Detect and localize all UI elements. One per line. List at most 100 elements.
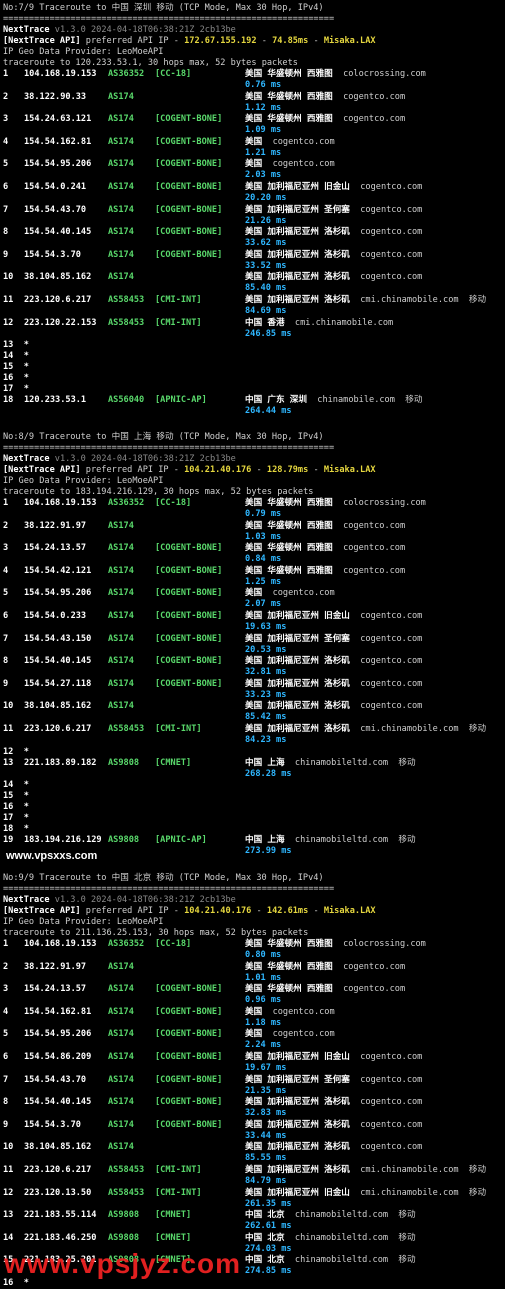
hop-geo: 中国 香港 cmi.chinamobile.com (245, 318, 404, 329)
hop-row: 6 154.54.0.241 AS174 [COGENT-BONE] 美国 加利福尼亚州… (0, 182, 505, 204)
hop-row: 9 154.54.3.70 AS174 [COGENT-BONE] 美国 加利福尼亚州 … (0, 1120, 505, 1142)
hop-ip: 38.104.85.162 (24, 1142, 92, 1153)
hop-host: colocrossing.com (343, 69, 426, 79)
hop-location: 美国 华盛顿州 西雅图 (245, 565, 333, 576)
hop-host: cogentco.com (272, 136, 335, 147)
hop-geo: 美国 华盛顿州 西雅图 cogentco.com (245, 543, 416, 554)
hop-geo: 美国 加利福尼亚州 洛杉矶 cmi.chinamobile.com 移动 (245, 1165, 486, 1176)
hop-rtt: 1.25 ms (245, 576, 282, 587)
hop-rtt: 1.12 ms (245, 102, 282, 113)
hop-ip: 154.24.13.57 (24, 984, 87, 995)
hop-location: 美国 华盛顿州 西雅图 (245, 91, 333, 102)
hop-rtt: 85.55 ms (245, 1153, 287, 1164)
api-prefix: [NextTrace API] (3, 906, 81, 916)
api-node: Misaka.LAX (323, 465, 376, 475)
hop-location: 美国 加利福尼亚州 洛杉矶 (245, 272, 350, 283)
hop-ip: 154.54.0.233 (24, 611, 87, 621)
hop-row: 2 38.122.90.33 AS174 美国 华盛顿州 西雅图 cogentco.c… (0, 92, 505, 114)
watermark-big: www.vpsjyz.com (4, 1248, 242, 1279)
hop-host: cmi.chinamobile.com (360, 1165, 459, 1175)
hop-asn: AS174 (108, 588, 134, 599)
hop-location: 美国 加利福尼亚州 洛杉矶 (245, 678, 350, 689)
hop-location: 美国 华盛顿州 西雅图 (245, 984, 333, 995)
hop-number: 8 (3, 1097, 9, 1108)
hop-asn: AS58453 (108, 295, 145, 305)
hop-host: cogentco.com (360, 249, 423, 260)
hop-asn: AS174 (108, 249, 134, 260)
hop-row: 9 154.54.27.118 AS174 [COGENT-BONE] 美国 加利福尼亚… (0, 679, 505, 701)
hop-asn: AS36352 (108, 498, 145, 508)
hop-tag: [COGENT-BONE] (155, 565, 223, 576)
hop-ip: 221.183.46.250 (24, 1232, 97, 1243)
hop-rtt: 21.26 ms (245, 215, 287, 226)
hop-ip: 104.168.19.153 (24, 498, 97, 508)
hop-number: 2 (3, 91, 9, 102)
hop-number: 5 (3, 1029, 9, 1040)
hop-host: cogentco.com (360, 678, 423, 689)
hop-asn: AS58453 (108, 1187, 145, 1198)
hop-asn: AS174 (108, 1052, 134, 1062)
api-line: [NextTrace API] preferred API IP - 104.2… (3, 906, 376, 917)
hop-host: cogentco.com (343, 543, 406, 554)
hop-rtt: 0.96 ms (245, 995, 282, 1006)
hop-ip: 221.183.55.114 (24, 1210, 97, 1221)
hop-asn: AS9808 (108, 757, 140, 768)
hop-tag: [APNIC-AP] (155, 395, 207, 406)
hop-row: 8 154.54.40.145 AS174 [COGENT-BONE] 美国 加利福尼亚… (0, 1097, 505, 1119)
hop-ip: 154.54.43.150 (24, 633, 92, 644)
hop-rtt: 84.79 ms (245, 1176, 287, 1186)
hop-location: 美国 华盛顿州 西雅图 (245, 543, 333, 554)
hop-location: 中国 上海 (245, 757, 285, 768)
hop-host: cogentco.com (360, 227, 423, 238)
hop-number: 18 (3, 395, 14, 406)
hop-asn: AS36352 (108, 939, 145, 949)
hop-number: 8 (3, 656, 9, 667)
hop-ip: 154.54.27.118 (24, 678, 92, 689)
hop-rtt: 1.01 ms (245, 972, 282, 983)
hop-location: 美国 加利福尼亚州 洛杉矶 (245, 295, 350, 305)
hop-location: 中国 北京 (245, 1232, 285, 1243)
hop-rtt: 273.99 ms (245, 846, 292, 857)
hop-tag: [CC-18] (155, 939, 192, 949)
hop-host: cogentco.com (360, 611, 423, 621)
section-header: No:7/9 Traceroute to 中国 深圳 移动 (TCP Mode,… (3, 3, 324, 13)
hop-ip: 223.120.6.217 (24, 1165, 92, 1175)
hop-number: 12 (3, 1187, 14, 1198)
hop-host: chinamobileltd.com (294, 1255, 389, 1266)
hop-tag: [CMI-INT] (155, 1187, 202, 1198)
hop-ip: 38.104.85.162 (24, 701, 92, 712)
hop-geo: 美国 加利福尼亚州 洛杉矶 cogentco.com (245, 1142, 433, 1153)
hop-isp: 移动 (468, 724, 487, 734)
hop-tag: [CC-18] (155, 69, 192, 79)
hop-ip: 154.54.0.241 (24, 182, 87, 192)
hop-ip: 154.54.3.70 (24, 1119, 81, 1130)
api-latency: 128.79ms (266, 465, 309, 475)
hop-number: 3 (3, 984, 9, 995)
hop-geo: 美国 华盛顿州 西雅图 cogentco.com (245, 114, 416, 125)
hop-rtt: 33.23 ms (245, 689, 287, 700)
hop-host: cogentco.com (343, 91, 406, 102)
hop-row: 4 154.54.162.81 AS174 [COGENT-BONE] 美国 cogen… (0, 1007, 505, 1029)
hop-geo: 美国 华盛顿州 西雅图 cogentco.com (245, 92, 416, 103)
hop-location: 中国 广东 深圳 (245, 395, 307, 406)
hop-location: 美国 加利福尼亚州 旧金山 (245, 1052, 350, 1062)
hop-row: 11 223.120.6.217 AS58453 [CMI-INT] 美国 加利福尼亚州… (0, 724, 505, 746)
hop-asn: AS174 (108, 701, 134, 712)
hop-isp: 移动 (468, 1165, 487, 1175)
hop-rtt: 2.07 ms (245, 599, 282, 610)
hop-host: cogentco.com (272, 588, 335, 599)
hop-number: 9 (3, 249, 9, 260)
hop-tag: [COGENT-BONE] (155, 543, 223, 554)
hop-host: chinamobileltd.com (294, 835, 389, 846)
hop-geo: 美国 cogentco.com (245, 588, 345, 599)
hop-row: 1 104.168.19.153 AS36352 [CC-18] 美国 华盛顿州 西雅图… (0, 498, 505, 520)
hop-ip: 154.54.43.70 (24, 1074, 87, 1085)
hop-location: 美国 (245, 1006, 263, 1017)
hop-host: cmi.chinamobile.com (294, 317, 394, 328)
api-line: [NextTrace API] preferred API IP - 104.2… (3, 465, 376, 476)
hop-location: 美国 华盛顿州 西雅图 (245, 961, 333, 972)
hop-ip: 154.54.95.206 (24, 588, 92, 599)
hop-host: cogentco.com (360, 272, 423, 283)
hop-geo: 美国 cogentco.com (245, 159, 345, 170)
hop-ip: 221.183.89.182 (24, 757, 97, 768)
